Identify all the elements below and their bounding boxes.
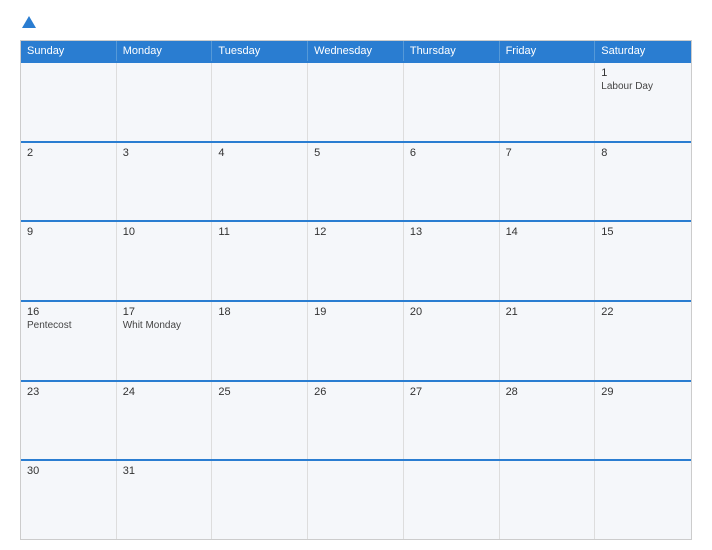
calendar-day-cell: 17 Whit Monday bbox=[117, 302, 213, 380]
calendar-day-cell: 18 bbox=[212, 302, 308, 380]
logo bbox=[20, 16, 36, 30]
calendar-day-cell: 16 Pentecost bbox=[21, 302, 117, 380]
calendar-day-cell: 9 bbox=[21, 222, 117, 300]
calendar-day-cell: 12 bbox=[308, 222, 404, 300]
day-number: 20 bbox=[410, 306, 493, 318]
day-number: 26 bbox=[314, 386, 397, 398]
day-number: 3 bbox=[123, 147, 206, 159]
calendar-day-cell: 1 Labour Day bbox=[595, 63, 691, 141]
calendar-day-cell: 4 bbox=[212, 143, 308, 221]
calendar: SundayMondayTuesdayWednesdayThursdayFrid… bbox=[20, 40, 692, 540]
day-number: 22 bbox=[601, 306, 685, 318]
day-number: 25 bbox=[218, 386, 301, 398]
calendar-day-cell: 28 bbox=[500, 382, 596, 460]
calendar-day-cell: 8 bbox=[595, 143, 691, 221]
day-number: 7 bbox=[506, 147, 589, 159]
calendar-header-cell: Wednesday bbox=[308, 41, 404, 61]
day-number: 6 bbox=[410, 147, 493, 159]
calendar-day-cell: 24 bbox=[117, 382, 213, 460]
calendar-day-cell: 22 bbox=[595, 302, 691, 380]
calendar-week-row: 1 Labour Day bbox=[21, 61, 691, 141]
calendar-day-cell bbox=[595, 461, 691, 539]
calendar-header-row: SundayMondayTuesdayWednesdayThursdayFrid… bbox=[21, 41, 691, 61]
calendar-day-cell: 7 bbox=[500, 143, 596, 221]
logo-triangle-icon bbox=[22, 16, 36, 28]
day-number: 14 bbox=[506, 226, 589, 238]
calendar-day-cell: 31 bbox=[117, 461, 213, 539]
calendar-day-cell bbox=[308, 461, 404, 539]
calendar-day-cell: 10 bbox=[117, 222, 213, 300]
calendar-week-row: 2345678 bbox=[21, 141, 691, 221]
day-number: 9 bbox=[27, 226, 110, 238]
calendar-day-cell: 30 bbox=[21, 461, 117, 539]
day-event: Whit Monday bbox=[123, 320, 206, 331]
day-number: 1 bbox=[601, 67, 685, 79]
day-number: 12 bbox=[314, 226, 397, 238]
calendar-header-cell: Saturday bbox=[595, 41, 691, 61]
calendar-day-cell: 15 bbox=[595, 222, 691, 300]
calendar-day-cell bbox=[308, 63, 404, 141]
day-number: 5 bbox=[314, 147, 397, 159]
calendar-day-cell: 6 bbox=[404, 143, 500, 221]
day-number: 29 bbox=[601, 386, 685, 398]
calendar-header-cell: Monday bbox=[117, 41, 213, 61]
calendar-day-cell: 29 bbox=[595, 382, 691, 460]
day-event: Labour Day bbox=[601, 81, 685, 92]
calendar-day-cell bbox=[21, 63, 117, 141]
day-number: 31 bbox=[123, 465, 206, 477]
day-number: 11 bbox=[218, 226, 301, 238]
day-number: 8 bbox=[601, 147, 685, 159]
day-number: 15 bbox=[601, 226, 685, 238]
calendar-day-cell bbox=[212, 461, 308, 539]
calendar-week-row: 9 10 11 12 13 14 15 bbox=[21, 220, 691, 300]
calendar-header-cell: Thursday bbox=[404, 41, 500, 61]
calendar-week-row: 30 31 bbox=[21, 459, 691, 539]
header bbox=[20, 16, 692, 30]
calendar-header-cell: Friday bbox=[500, 41, 596, 61]
day-number: 27 bbox=[410, 386, 493, 398]
calendar-day-cell: 27 bbox=[404, 382, 500, 460]
day-number: 10 bbox=[123, 226, 206, 238]
day-number: 19 bbox=[314, 306, 397, 318]
calendar-body: 1Labour Day2345678910111213141516Penteco… bbox=[21, 61, 691, 539]
day-number: 16 bbox=[27, 306, 110, 318]
day-event: Pentecost bbox=[27, 320, 110, 331]
day-number: 18 bbox=[218, 306, 301, 318]
calendar-header-cell: Tuesday bbox=[212, 41, 308, 61]
day-number: 24 bbox=[123, 386, 206, 398]
calendar-day-cell bbox=[404, 461, 500, 539]
calendar-day-cell: 3 bbox=[117, 143, 213, 221]
calendar-day-cell: 13 bbox=[404, 222, 500, 300]
day-number: 23 bbox=[27, 386, 110, 398]
calendar-page: SundayMondayTuesdayWednesdayThursdayFrid… bbox=[0, 0, 712, 550]
calendar-day-cell: 20 bbox=[404, 302, 500, 380]
calendar-day-cell: 11 bbox=[212, 222, 308, 300]
day-number: 13 bbox=[410, 226, 493, 238]
calendar-day-cell bbox=[404, 63, 500, 141]
calendar-week-row: 23 24 25 26 27 28 29 bbox=[21, 380, 691, 460]
day-number: 21 bbox=[506, 306, 589, 318]
day-number: 30 bbox=[27, 465, 110, 477]
calendar-day-cell: 21 bbox=[500, 302, 596, 380]
calendar-day-cell bbox=[117, 63, 213, 141]
day-number: 28 bbox=[506, 386, 589, 398]
calendar-week-row: 16 Pentecost 17 Whit Monday 18 19 20 21 22 bbox=[21, 300, 691, 380]
calendar-day-cell bbox=[500, 63, 596, 141]
day-number: 17 bbox=[123, 306, 206, 318]
calendar-header-cell: Sunday bbox=[21, 41, 117, 61]
calendar-day-cell bbox=[500, 461, 596, 539]
calendar-day-cell: 2 bbox=[21, 143, 117, 221]
calendar-day-cell bbox=[212, 63, 308, 141]
calendar-day-cell: 23 bbox=[21, 382, 117, 460]
calendar-day-cell: 26 bbox=[308, 382, 404, 460]
day-number: 2 bbox=[27, 147, 110, 159]
day-number: 4 bbox=[218, 147, 301, 159]
calendar-day-cell: 14 bbox=[500, 222, 596, 300]
calendar-day-cell: 5 bbox=[308, 143, 404, 221]
calendar-day-cell: 19 bbox=[308, 302, 404, 380]
calendar-day-cell: 25 bbox=[212, 382, 308, 460]
